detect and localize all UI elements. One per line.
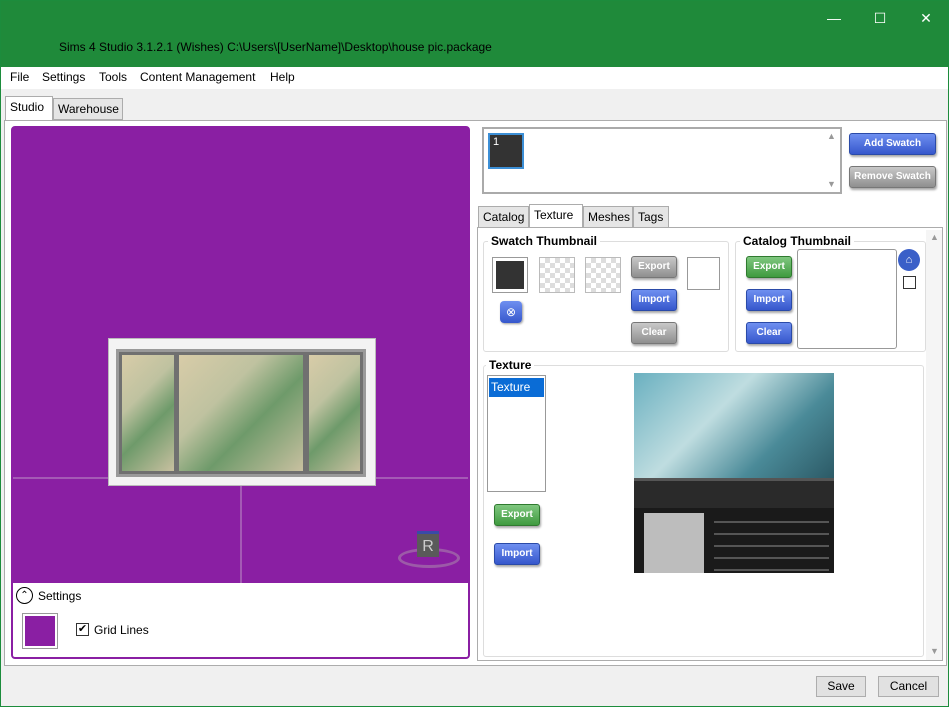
grid-line-vertical (240, 483, 242, 583)
3d-viewport[interactable]: R ⌃ Settings ✔ Grid Lines (11, 126, 470, 659)
add-swatch-button[interactable]: Add Swatch (849, 133, 936, 155)
painting-pane-right (309, 355, 360, 471)
catalog-thumbnail-preview[interactable] (797, 249, 897, 349)
swatch-thumbnail-slot-2[interactable] (539, 257, 575, 293)
swatch-thumbnail-fill (496, 261, 524, 289)
swatch-thumbnail-export-button[interactable]: Export (631, 256, 677, 278)
menu-settings[interactable]: Settings (42, 70, 85, 84)
settings-label: Settings (38, 589, 82, 603)
swatch-thumbnail-preview[interactable] (492, 257, 528, 293)
texture-title: Texture (486, 358, 535, 372)
chevron-up-icon[interactable]: ⌃ (16, 587, 33, 604)
tab-meshes[interactable]: Meshes (583, 206, 633, 228)
cancel-button[interactable]: Cancel (878, 676, 939, 697)
tab-studio[interactable]: Studio (5, 96, 53, 120)
catalog-thumbnail-checkbox[interactable] (903, 276, 916, 289)
house-icon[interactable]: ⌂ (898, 249, 920, 271)
scroll-down-icon[interactable]: ▼ (930, 646, 939, 656)
tab-tags[interactable]: Tags (633, 206, 669, 228)
texture-preview-image (634, 373, 834, 573)
texture-list-item[interactable]: Texture (489, 378, 544, 397)
swatch-thumbnail-clear-button[interactable]: Clear (631, 322, 677, 344)
texture-list: Texture (487, 375, 546, 492)
tab-texture[interactable]: Texture (529, 204, 583, 228)
texture-preview-backing (644, 513, 704, 573)
catalog-thumbnail-group: Catalog Thumbnail Export Import Clear ⌂ (735, 234, 926, 352)
viewport-settings-panel: ⌃ Settings ✔ Grid Lines (13, 583, 468, 657)
scroll-down-icon[interactable]: ▼ (827, 179, 836, 189)
maximize-button[interactable]: ☐ (857, 5, 903, 31)
menu-bar: File Settings Tools Content Management H… (1, 67, 948, 89)
painting-model (108, 338, 376, 486)
painting-pane-left (122, 355, 174, 471)
texture-import-button[interactable]: Import (494, 543, 540, 565)
tab-warehouse[interactable]: Warehouse (53, 98, 123, 120)
painting-pane-center (179, 355, 303, 471)
catalog-thumbnail-clear-button[interactable]: Clear (746, 322, 792, 344)
swatch-thumbnail-color[interactable] (687, 257, 720, 290)
catalog-thumbnail-export-button[interactable]: Export (746, 256, 792, 278)
background-color-picker[interactable] (22, 613, 58, 649)
save-button[interactable]: Save (816, 676, 866, 697)
remove-thumbnail-icon[interactable]: ⊗ (500, 301, 522, 323)
title-bar: Sims 4 Studio 3.1.2.1 (Wishes) C:\Users\… (1, 1, 948, 67)
swatch-thumbnail-group: Swatch Thumbnail ⊗ Export Import Clear (483, 234, 729, 352)
texture-preview-frame (634, 478, 834, 508)
app-window: Sims 4 Studio 3.1.2.1 (Wishes) C:\Users\… (0, 0, 949, 707)
grid-lines-label: Grid Lines (94, 623, 149, 637)
swatch-thumbnail-slot-3[interactable] (585, 257, 621, 293)
scroll-up-icon[interactable]: ▲ (827, 131, 836, 141)
swatch-thumbnail-import-button[interactable]: Import (631, 289, 677, 311)
texture-preview-slats (714, 511, 829, 571)
texture-panel-scrollbar[interactable]: ▲ ▼ (926, 230, 942, 660)
menu-content-management[interactable]: Content Management (140, 70, 255, 84)
tab-catalog[interactable]: Catalog (478, 206, 529, 228)
painting-canvas (116, 349, 366, 477)
window-title: Sims 4 Studio 3.1.2.1 (Wishes) C:\Users\… (59, 40, 492, 54)
close-button[interactable]: ✕ (903, 5, 949, 31)
swatch-item[interactable]: 1 (488, 133, 524, 169)
catalog-thumbnail-import-button[interactable]: Import (746, 289, 792, 311)
swatch-list: 1 ▲ ▼ (482, 127, 842, 194)
rotate-icon[interactable]: R (417, 531, 439, 557)
minimize-button[interactable]: — (811, 5, 857, 31)
menu-help[interactable]: Help (270, 70, 295, 84)
background-color-swatch (25, 616, 55, 646)
menu-tools[interactable]: Tools (99, 70, 127, 84)
swatch-list-scrollbar[interactable]: ▲ ▼ (824, 129, 840, 192)
texture-preview-painting (634, 373, 834, 478)
texture-export-button[interactable]: Export (494, 504, 540, 526)
swatch-thumbnail-title: Swatch Thumbnail (488, 234, 601, 248)
menu-file[interactable]: File (10, 70, 29, 84)
catalog-thumbnail-title: Catalog Thumbnail (740, 234, 854, 248)
remove-swatch-button[interactable]: Remove Swatch (849, 166, 936, 188)
scroll-up-icon[interactable]: ▲ (930, 232, 939, 242)
grid-lines-checkbox[interactable]: ✔ (76, 623, 89, 636)
